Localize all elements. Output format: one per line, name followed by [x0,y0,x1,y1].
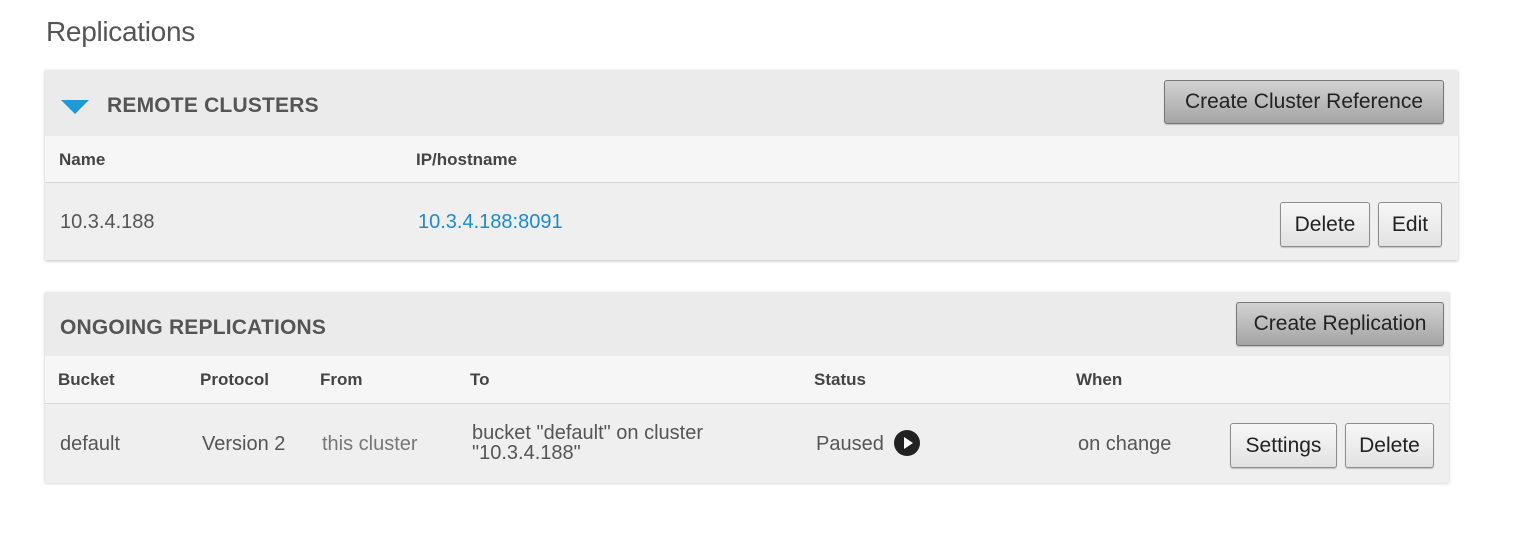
replication-to-line2: "10.3.4.188" [472,442,581,464]
edit-cluster-button[interactable]: Edit [1378,202,1442,247]
replication-settings-button[interactable]: Settings [1230,423,1337,468]
column-header-ip: IP/hostname [416,150,518,169]
column-header-status: Status [814,370,866,389]
column-header-protocol: Protocol [200,370,269,389]
remote-clusters-header: REMOTE CLUSTERS Create Cluster Reference [45,70,1458,136]
delete-cluster-button[interactable]: Delete [1280,202,1370,247]
play-icon[interactable] [894,430,920,456]
cluster-name: 10.3.4.188 [60,211,155,233]
remote-clusters-title: REMOTE CLUSTERS [107,94,319,117]
replication-when: on change [1078,433,1172,455]
replication-to-line1: bucket "default" on cluster [472,422,703,444]
remote-clusters-panel: REMOTE CLUSTERS Create Cluster Reference… [45,70,1458,260]
ongoing-replications-panel: ONGOING REPLICATIONS Create Replication … [45,292,1449,483]
table-row: 10.3.4.188 10.3.4.188:8091 Delete Edit [45,183,1458,260]
ongoing-replications-title: ONGOING REPLICATIONS [60,316,327,339]
create-replication-button[interactable]: Create Replication [1236,302,1444,346]
replication-status: Paused [816,433,884,455]
create-cluster-reference-button[interactable]: Create Cluster Reference [1164,80,1444,124]
column-header-from: From [320,370,363,389]
table-row: default Version 2 this cluster bucket "d… [45,404,1449,483]
collapse-triangle-icon[interactable] [61,100,89,114]
delete-replication-button[interactable]: Delete [1345,423,1434,468]
column-header-to: To [470,370,490,389]
page-title: Replications [46,16,195,47]
replication-from: this cluster [322,433,418,455]
column-header-name: Name [59,150,106,169]
ongoing-replications-header: ONGOING REPLICATIONS Create Replication [45,292,1449,356]
cluster-ip-link[interactable]: 10.3.4.188:8091 [418,211,563,234]
replication-protocol: Version 2 [202,433,286,455]
column-header-when: When [1076,370,1123,389]
column-header-bucket: Bucket [58,370,115,389]
replications-column-headers: Bucket Protocol From To Status When [45,356,1449,404]
replication-bucket: default [60,433,121,455]
remote-clusters-column-headers: Name IP/hostname [45,136,1458,183]
